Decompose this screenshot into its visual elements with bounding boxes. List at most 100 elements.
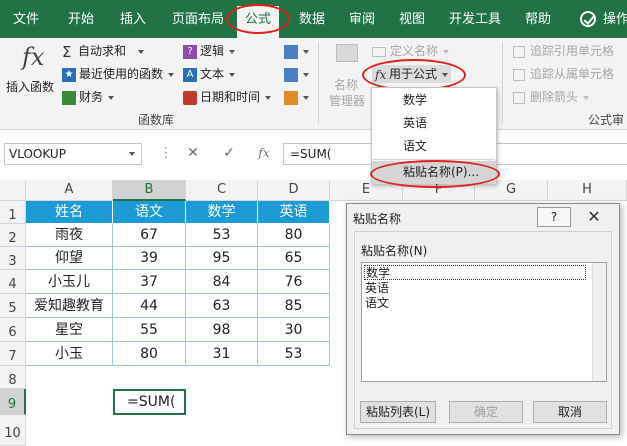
enter-icon[interactable]: ✓ [221, 144, 237, 162]
trace-precedents-button[interactable]: 追踪引用单元格 [513, 42, 614, 60]
row-header[interactable]: 2 [0, 224, 26, 247]
tab-file[interactable]: 文件 [13, 11, 39, 29]
row-header[interactable]: 9 [0, 389, 26, 415]
tab-data[interactable]: 数据 [299, 11, 325, 29]
menu-separator [373, 159, 495, 160]
menu-item-paste-names[interactable]: 粘贴名称(P)... [372, 161, 496, 184]
cancel-icon[interactable]: ✕ [185, 144, 201, 162]
tab-formulas[interactable]: 公式 [237, 6, 280, 38]
table-cell[interactable]: 39 [113, 247, 186, 270]
tab-home[interactable]: 开始 [68, 11, 94, 29]
sigma-icon: Σ [62, 42, 72, 61]
list-item[interactable]: 语文 [364, 296, 389, 311]
tab-view[interactable]: 视图 [399, 11, 425, 29]
table-cell[interactable]: 53 [258, 342, 330, 366]
define-name-button[interactable]: 定义名称 [372, 42, 450, 60]
text-button[interactable]: A 文本 [183, 65, 236, 83]
column-header[interactable]: B [113, 180, 186, 201]
math-button[interactable] [284, 65, 309, 83]
use-in-formula-button[interactable]: fx 用于公式 [372, 65, 452, 83]
more-functions-button[interactable] [284, 88, 309, 106]
dialog-title: 粘贴名称 [353, 212, 402, 226]
list-item[interactable]: 数学 [364, 265, 586, 280]
table-cell[interactable]: 67 [113, 224, 186, 247]
tab-review[interactable]: 审阅 [349, 11, 375, 29]
trace-dependents-button[interactable]: 追踪从属单元格 [513, 65, 614, 83]
table-cell[interactable]: 小玉儿 [26, 270, 113, 294]
table-cell[interactable]: 65 [258, 247, 330, 270]
name-box[interactable]: VLOOKUP [4, 143, 142, 165]
table-cell[interactable]: 98 [186, 318, 258, 342]
table-cell[interactable]: 84 [186, 270, 258, 294]
tab-tell-me[interactable]: 操作 [603, 11, 627, 29]
group-label-function-library: 函数库 [138, 113, 175, 127]
table-cell[interactable]: 76 [258, 270, 330, 294]
table-cell[interactable]: 85 [258, 294, 330, 318]
ribbon-formulas: fx 插入函数 Σ 自动求和 ★ 最近使用的函数 财务 ? 逻辑 A 文本 日期和时间 … [0, 38, 627, 130]
table-cell[interactable]: 31 [186, 342, 258, 366]
dialog-close-icon[interactable]: ✕ [573, 207, 615, 227]
table-cell[interactable]: 爱知趣教育 [26, 294, 113, 318]
table-cell[interactable]: 80 [113, 342, 186, 366]
tab-page-layout[interactable]: 页面布局 [172, 11, 224, 29]
row-header[interactable]: 4 [0, 270, 26, 294]
cancel-button[interactable]: 取消 [533, 401, 607, 423]
table-cell[interactable]: 63 [186, 294, 258, 318]
table-header-cell[interactable]: 英语 [258, 201, 330, 224]
table-cell[interactable]: 44 [113, 294, 186, 318]
financial-button[interactable]: 财务 [62, 88, 115, 106]
menu-item-math[interactable]: 数学 [372, 89, 496, 112]
autosum-button[interactable]: Σ 自动求和 [62, 42, 145, 61]
table-cell[interactable]: 星空 [26, 318, 113, 342]
column-header[interactable]: A [26, 180, 113, 201]
table-cell[interactable]: 95 [186, 247, 258, 270]
ok-button[interactable]: 确定 [449, 401, 523, 423]
column-header[interactable]: H [548, 180, 627, 201]
column-header[interactable]: C [186, 180, 258, 201]
list-scrollbar[interactable] [592, 263, 606, 381]
logical-book-icon: ? [183, 44, 197, 59]
row-header[interactable]: 3 [0, 247, 26, 270]
table-cell[interactable]: 55 [113, 318, 186, 342]
row-header[interactable]: 5 [0, 294, 26, 318]
name-manager-label-2[interactable]: 管理器 [329, 92, 365, 110]
table-cell[interactable]: 30 [258, 318, 330, 342]
table-header-cell[interactable]: 姓名 [26, 201, 113, 224]
datetime-button[interactable]: 日期和时间 [183, 88, 272, 106]
paste-names-list[interactable]: 数学 英语 语文 [361, 262, 607, 382]
table-cell[interactable]: 仰望 [26, 247, 113, 270]
table-header-cell[interactable]: 语文 [113, 201, 186, 224]
row-header[interactable]: 10 [0, 415, 26, 446]
row-header[interactable]: 6 [0, 318, 26, 342]
insert-function-fx-icon[interactable]: fx [256, 144, 272, 162]
recent-functions-button[interactable]: ★ 最近使用的函数 [62, 65, 175, 83]
logical-button[interactable]: ? 逻辑 [183, 42, 236, 60]
tab-insert[interactable]: 插入 [120, 11, 146, 29]
lightbulb-icon[interactable] [580, 11, 596, 27]
menu-item-english[interactable]: 英语 [372, 112, 496, 135]
menu-item-chinese[interactable]: 语文 [372, 135, 496, 158]
table-cell[interactable]: 53 [186, 224, 258, 247]
paste-list-button[interactable]: 粘贴列表(L) [360, 401, 436, 423]
table-cell[interactable]: 小玉 [26, 342, 113, 366]
name-manager-icon[interactable] [336, 44, 358, 62]
insert-function-button[interactable]: 插入函数 [6, 78, 54, 96]
row-header[interactable]: 7 [0, 342, 26, 366]
select-all-corner[interactable] [0, 180, 26, 201]
table-cell[interactable]: 37 [113, 270, 186, 294]
insert-function-icon[interactable]: fx [22, 43, 44, 71]
table-cell[interactable]: 雨夜 [26, 224, 113, 247]
table-cell[interactable]: 80 [258, 224, 330, 247]
table-header-cell[interactable]: 数学 [186, 201, 258, 224]
row-header[interactable]: 8 [0, 366, 26, 389]
dialog-help-button[interactable]: ? [537, 207, 571, 227]
active-cell-b9[interactable]: =SUM( [113, 389, 186, 415]
lookup-button[interactable] [284, 42, 309, 60]
column-header[interactable]: D [258, 180, 330, 201]
list-item[interactable]: 英语 [364, 281, 389, 296]
tab-developer[interactable]: 开发工具 [449, 11, 501, 29]
remove-arrows-button[interactable]: 删除箭头 [513, 88, 590, 106]
tab-help[interactable]: 帮助 [525, 11, 551, 29]
more-dots-icon: ⋮ [159, 145, 173, 161]
row-header[interactable]: 1 [0, 201, 26, 224]
